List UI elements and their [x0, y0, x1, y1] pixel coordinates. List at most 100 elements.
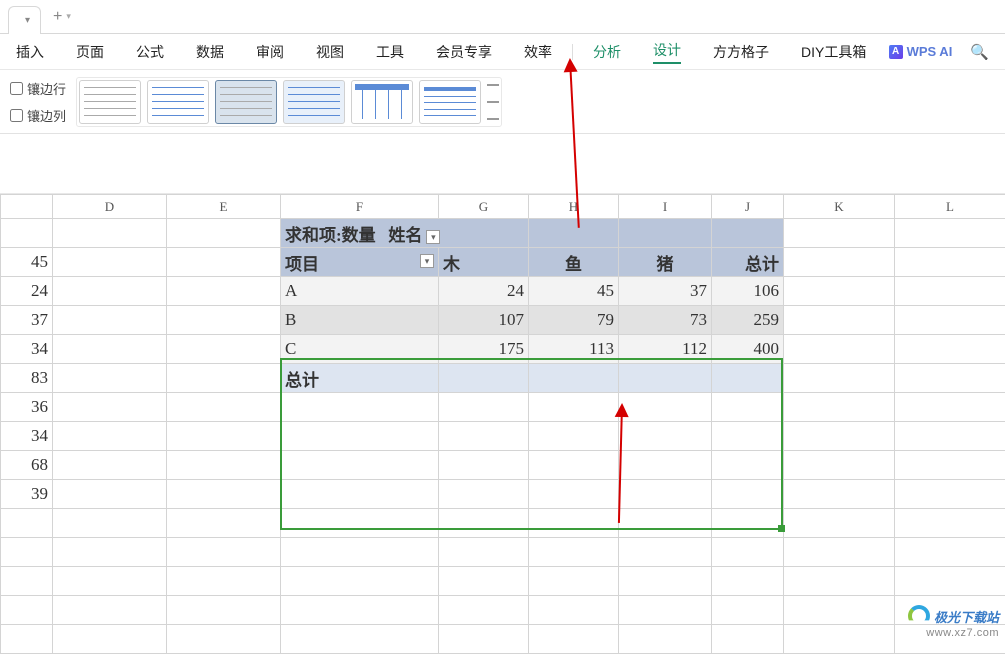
cell[interactable]: 83	[1, 364, 53, 393]
pivot-value[interactable]: 106	[712, 277, 784, 306]
banded-rows-label: 镶边行	[27, 79, 66, 98]
pivot-total-label[interactable]: 总计	[281, 364, 439, 393]
banded-rows-checkbox[interactable]: 镶边行	[10, 79, 66, 98]
grid-row[interactable]: 24 A 24 45 37 106	[1, 277, 1005, 306]
watermark: 极光下载站 www.xz7.com	[908, 605, 999, 639]
workbook-tab[interactable]: ▾	[8, 6, 41, 34]
pivot-value[interactable]: 113	[529, 335, 619, 364]
menu-design[interactable]: 设计	[653, 40, 681, 64]
pivot-value[interactable]: 112	[619, 335, 712, 364]
cell[interactable]: 37	[1, 306, 53, 335]
grid-row[interactable]: 83 总计	[1, 364, 1005, 393]
watermark-logo-icon	[908, 605, 930, 627]
menu-bar: 插入 页面 公式 数据 审阅 视图 工具 会员专享 效率 分析 设计 方方格子 …	[0, 34, 1005, 70]
menu-diy-toolbox[interactable]: DIY工具箱	[801, 42, 866, 62]
grid-row[interactable]: 68	[1, 451, 1005, 480]
menu-analysis[interactable]: 分析	[593, 42, 621, 62]
menu-tools[interactable]: 工具	[376, 42, 404, 62]
pivot-value[interactable]: 37	[619, 277, 712, 306]
style-option-5[interactable]	[351, 80, 413, 124]
cell[interactable]: 45	[1, 248, 53, 277]
style-option-4[interactable]	[283, 80, 345, 124]
col-header[interactable]: J	[712, 195, 784, 219]
formula-bar-spacer	[0, 134, 1005, 194]
pivot-colhdr[interactable]: 鱼	[529, 248, 619, 277]
column-headers: D E F G H I J K L	[1, 195, 1005, 219]
cell[interactable]: 24	[1, 277, 53, 306]
pivot-rowfield-cell[interactable]: 项目 ▾	[281, 248, 439, 277]
search-icon[interactable]: 🔍	[970, 43, 989, 61]
grid-row[interactable]: 37 B 107 79 73 259	[1, 306, 1005, 335]
pivot-value[interactable]: 24	[439, 277, 529, 306]
pivot-value[interactable]: 107	[439, 306, 529, 335]
style-gallery-more-icon[interactable]	[487, 80, 499, 124]
pivot-row-label[interactable]: C	[281, 335, 439, 364]
style-option-3[interactable]	[215, 80, 277, 124]
pivot-value[interactable]: 259	[712, 306, 784, 335]
pivot-row-label[interactable]: B	[281, 306, 439, 335]
watermark-brand: 极光下载站	[934, 607, 999, 626]
grid-row[interactable]	[1, 625, 1005, 654]
pivot-value[interactable]: 45	[529, 277, 619, 306]
pivot-value[interactable]: 79	[529, 306, 619, 335]
pivot-rowfield-label: 项目	[285, 255, 319, 274]
wps-ai-button[interactable]: A WPS AI	[889, 44, 953, 59]
cell[interactable]: 39	[1, 480, 53, 509]
grid-row[interactable]: 36	[1, 393, 1005, 422]
add-tab-button[interactable]: +	[53, 8, 62, 26]
grid-row[interactable]: 34 C 175 113 112 400	[1, 335, 1005, 364]
style-option-1[interactable]	[79, 80, 141, 124]
style-option-6[interactable]	[419, 80, 481, 124]
pivot-value[interactable]: 73	[619, 306, 712, 335]
pivot-colhdr[interactable]: 总计	[712, 248, 784, 277]
tab-dropdown-icon[interactable]: ▾	[25, 15, 30, 26]
cell[interactable]: 68	[1, 451, 53, 480]
grid-row[interactable]: 34	[1, 422, 1005, 451]
menu-view[interactable]: 视图	[316, 42, 344, 62]
cell[interactable]: 36	[1, 393, 53, 422]
col-header[interactable]: F	[281, 195, 439, 219]
add-tab-dropdown-icon[interactable]: ▾	[66, 11, 71, 22]
col-header[interactable]: G	[439, 195, 529, 219]
col-header[interactable]: E	[167, 195, 281, 219]
pivot-sumfield-label: 求和项:数量	[285, 226, 376, 245]
menu-insert[interactable]: 插入	[16, 42, 44, 62]
watermark-url: www.xz7.com	[926, 627, 999, 639]
pivot-value[interactable]: 175	[439, 335, 529, 364]
menu-fanggezi[interactable]: 方方格子	[713, 42, 769, 62]
style-option-2[interactable]	[147, 80, 209, 124]
grid-row[interactable]	[1, 509, 1005, 538]
pivot-colhdr[interactable]: 木	[439, 248, 529, 277]
menu-member[interactable]: 会员专享	[436, 42, 492, 62]
grid-row[interactable]: 45 项目 ▾ 木 鱼 猪 总计	[1, 248, 1005, 277]
grid-row[interactable]: 求和项:数量 姓名▾	[1, 219, 1005, 248]
menu-page[interactable]: 页面	[76, 42, 104, 62]
grid-row[interactable]	[1, 596, 1005, 625]
pivot-sumfield-cell[interactable]: 求和项:数量 姓名▾	[281, 219, 529, 248]
menu-formula[interactable]: 公式	[136, 42, 164, 62]
menu-review[interactable]: 审阅	[256, 42, 284, 62]
grid-row[interactable]: 39	[1, 480, 1005, 509]
col-header[interactable]: H	[529, 195, 619, 219]
grid-row[interactable]	[1, 567, 1005, 596]
pivot-col-filter-icon[interactable]: ▾	[426, 230, 440, 244]
grid[interactable]: D E F G H I J K L 求和项:数量 姓名▾ 45 项目 ▾ 木 鱼 …	[0, 194, 1005, 654]
pivot-value[interactable]: 400	[712, 335, 784, 364]
menu-data[interactable]: 数据	[196, 42, 224, 62]
banded-cols-checkbox[interactable]: 镶边列	[10, 106, 66, 125]
col-header[interactable]: K	[784, 195, 895, 219]
pivot-row-label[interactable]: A	[281, 277, 439, 306]
pivot-colhdr[interactable]: 猪	[619, 248, 712, 277]
wps-ai-label: WPS AI	[907, 44, 953, 59]
cell[interactable]: 34	[1, 422, 53, 451]
banded-options: 镶边行 镶边列	[10, 79, 66, 125]
wps-ai-icon: A	[889, 45, 903, 59]
pivot-row-filter-icon[interactable]: ▾	[420, 254, 434, 268]
menu-efficiency[interactable]: 效率	[524, 42, 552, 62]
col-header[interactable]: L	[895, 195, 1005, 219]
col-header[interactable]: D	[53, 195, 167, 219]
col-header[interactable]: I	[619, 195, 712, 219]
grid-row[interactable]	[1, 538, 1005, 567]
cell[interactable]: 34	[1, 335, 53, 364]
ribbon: 镶边行 镶边列	[0, 70, 1005, 134]
